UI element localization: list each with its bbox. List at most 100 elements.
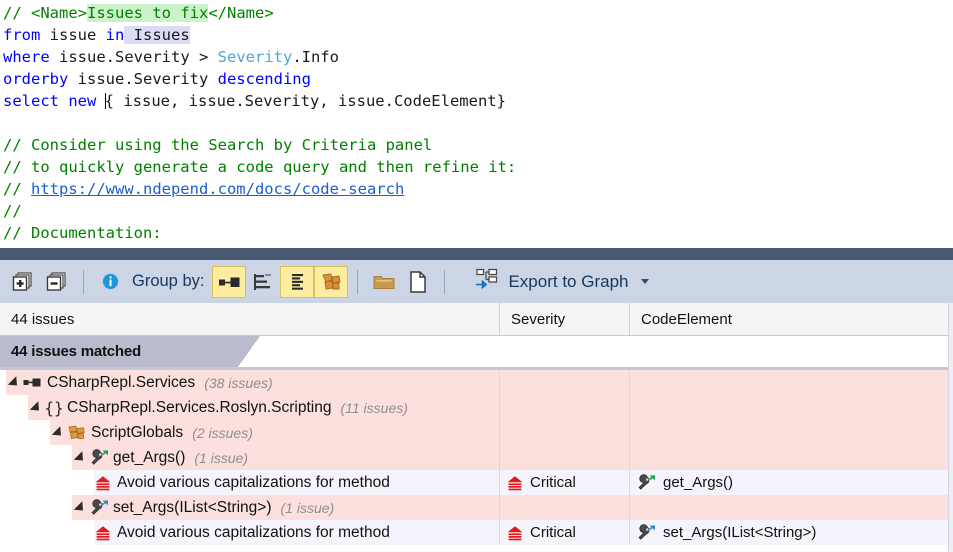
cell-severity[interactable]: Critical	[500, 470, 630, 495]
expand-all-button[interactable]	[6, 265, 40, 299]
select-projection: { issue, issue.Severity, issue.CodeEleme…	[104, 92, 506, 110]
column-header-issues[interactable]: 44 issues	[0, 303, 500, 335]
svg-text:{}: {}	[45, 399, 63, 417]
critical-icon	[94, 525, 112, 541]
expander-icon[interactable]	[50, 425, 67, 440]
group-by-namespace-tree-button[interactable]	[246, 266, 280, 298]
method-getter-icon	[636, 473, 656, 492]
code-line-10: //	[3, 200, 953, 222]
code-line-2: from issue in Issues	[3, 24, 953, 46]
toolbar-divider-2	[357, 269, 359, 294]
cell-codeelement[interactable]	[630, 370, 953, 395]
cell-codeelement[interactable]: get_Args()	[630, 470, 953, 495]
orderby-expr: issue.Severity	[68, 70, 218, 88]
critical-icon	[94, 475, 112, 491]
export-to-graph-button[interactable]: Export to Graph	[474, 267, 650, 296]
expander-icon[interactable]	[72, 450, 89, 465]
group-by-namespace-flat-button[interactable]	[280, 265, 315, 298]
cell-severity[interactable]	[500, 395, 630, 420]
row-content: get_Args() (1 issue)	[72, 445, 499, 470]
folder-icon[interactable]	[367, 265, 401, 299]
row-content: CSharpRepl.Services (38 issues)	[6, 370, 499, 395]
code-line-4: orderby issue.Severity descending	[3, 68, 953, 90]
docs-link[interactable]: https://www.ndepend.com/docs/code-search	[31, 180, 404, 198]
cell-codeelement[interactable]: set_Args(IList<String>)	[630, 520, 953, 545]
member-info: .Info	[292, 48, 339, 66]
expander-icon[interactable]	[6, 375, 23, 390]
info-icon[interactable]	[93, 265, 127, 299]
vertical-scrollbar[interactable]	[948, 303, 953, 552]
comment-empty: //	[3, 202, 22, 220]
kw-in: in	[105, 26, 125, 44]
file-icon[interactable]	[401, 265, 435, 299]
group-row[interactable]: get_Args() (1 issue)	[0, 445, 953, 470]
issues-tree-grid[interactable]: CSharpRepl.Services (38 issues){} CSharpRe…	[0, 370, 953, 552]
cell-codeelement[interactable]	[630, 495, 953, 520]
chevron-down-icon[interactable]	[641, 279, 650, 284]
group-row[interactable]: {} CSharpRepl.Services.Roslyn.Scripting (1…	[0, 395, 953, 420]
cell-severity[interactable]	[500, 370, 630, 395]
query-name-value: Issues to fix	[87, 4, 209, 22]
cell-codeelement[interactable]	[630, 420, 953, 445]
toolbar-divider-1	[83, 269, 84, 294]
code-line-6-blank	[3, 112, 953, 134]
node-label: ScriptGlobals	[91, 423, 184, 441]
group-row[interactable]: set_Args(IList<String>) (1 issue)	[0, 495, 953, 520]
name-tag-open: <Name>	[31, 4, 87, 22]
match-banner-row: 44 issues matched	[0, 336, 953, 370]
expander-icon[interactable]	[28, 400, 45, 415]
ident-issues: Issues	[124, 26, 190, 44]
cell-severity[interactable]: Critical	[500, 520, 630, 545]
cell-severity[interactable]	[500, 445, 630, 470]
cell-severity[interactable]	[500, 495, 630, 520]
issue-row[interactable]: Avoid various capitalizations for method…	[0, 470, 953, 495]
results-toolbar: Group by: Export to Graph	[0, 260, 953, 303]
cell-issue-name[interactable]: Avoid various capitalizations for method	[0, 470, 500, 495]
cell-codeelement[interactable]	[630, 445, 953, 470]
row-content: set_Args(IList<String>) (1 issue)	[72, 495, 499, 520]
collapse-all-button[interactable]	[40, 265, 74, 299]
issue-count: (1 issue)	[280, 499, 335, 516]
cell-issue-name[interactable]: Avoid various capitalizations for method	[0, 520, 500, 545]
method-getter-icon	[89, 448, 109, 467]
editor-grid-splitter[interactable]	[0, 248, 953, 260]
code-editor[interactable]: // <Name>Issues to fix</Name> from issue…	[0, 0, 953, 248]
group-by-assembly-button[interactable]	[212, 265, 247, 298]
type-icon	[67, 424, 87, 442]
code-line-5: select new { issue, issue.Severity, issu…	[3, 90, 953, 112]
column-header-severity[interactable]: Severity	[500, 303, 630, 335]
export-to-graph-label: Export to Graph	[508, 271, 629, 291]
cell-codeelement[interactable]	[630, 395, 953, 420]
row-content: Avoid various capitalizations for method	[94, 470, 499, 495]
group-row[interactable]: CSharpRepl.Services (38 issues)	[0, 370, 953, 395]
kw-new: new	[59, 92, 106, 110]
cell-issue-name[interactable]: CSharpRepl.Services (38 issues)	[0, 370, 500, 395]
issue-title: Avoid various capitalizations for method	[117, 523, 390, 541]
assembly-icon	[23, 376, 43, 390]
cell-issue-name[interactable]: set_Args(IList<String>) (1 issue)	[0, 495, 500, 520]
code-line-8: // to quickly generate a code query and …	[3, 156, 953, 178]
cell-issue-name[interactable]: {} CSharpRepl.Services.Roslyn.Scripting (1…	[0, 395, 500, 420]
row-content: Avoid various capitalizations for method	[94, 520, 499, 545]
group-by-type-button[interactable]	[314, 265, 349, 298]
row-content: {} CSharpRepl.Services.Roslyn.Scripting (1…	[28, 395, 499, 420]
comment-documentation: // Documentation:	[3, 224, 162, 242]
group-row[interactable]: ScriptGlobals (2 issues)	[0, 420, 953, 445]
grid-column-headers: 44 issues Severity CodeElement	[0, 303, 953, 336]
node-label: CSharpRepl.Services.Roslyn.Scripting	[67, 398, 332, 416]
issue-count: (1 issue)	[194, 449, 249, 466]
cell-issue-name[interactable]: ScriptGlobals (2 issues)	[0, 420, 500, 445]
group-by-label: Group by:	[132, 272, 205, 290]
expander-icon[interactable]	[72, 500, 89, 515]
code-line-3: where issue.Severity > Severity.Info	[3, 46, 953, 68]
column-header-codeelement[interactable]: CodeElement	[630, 303, 953, 335]
cell-severity[interactable]	[500, 420, 630, 445]
severity-label: Critical	[530, 524, 576, 541]
kw-where: where	[3, 48, 50, 66]
code-line-11: // Documentation:	[3, 222, 953, 244]
kw-from: from	[3, 26, 41, 44]
cell-issue-name[interactable]: get_Args() (1 issue)	[0, 445, 500, 470]
issue-row[interactable]: Avoid various capitalizations for method…	[0, 520, 953, 545]
